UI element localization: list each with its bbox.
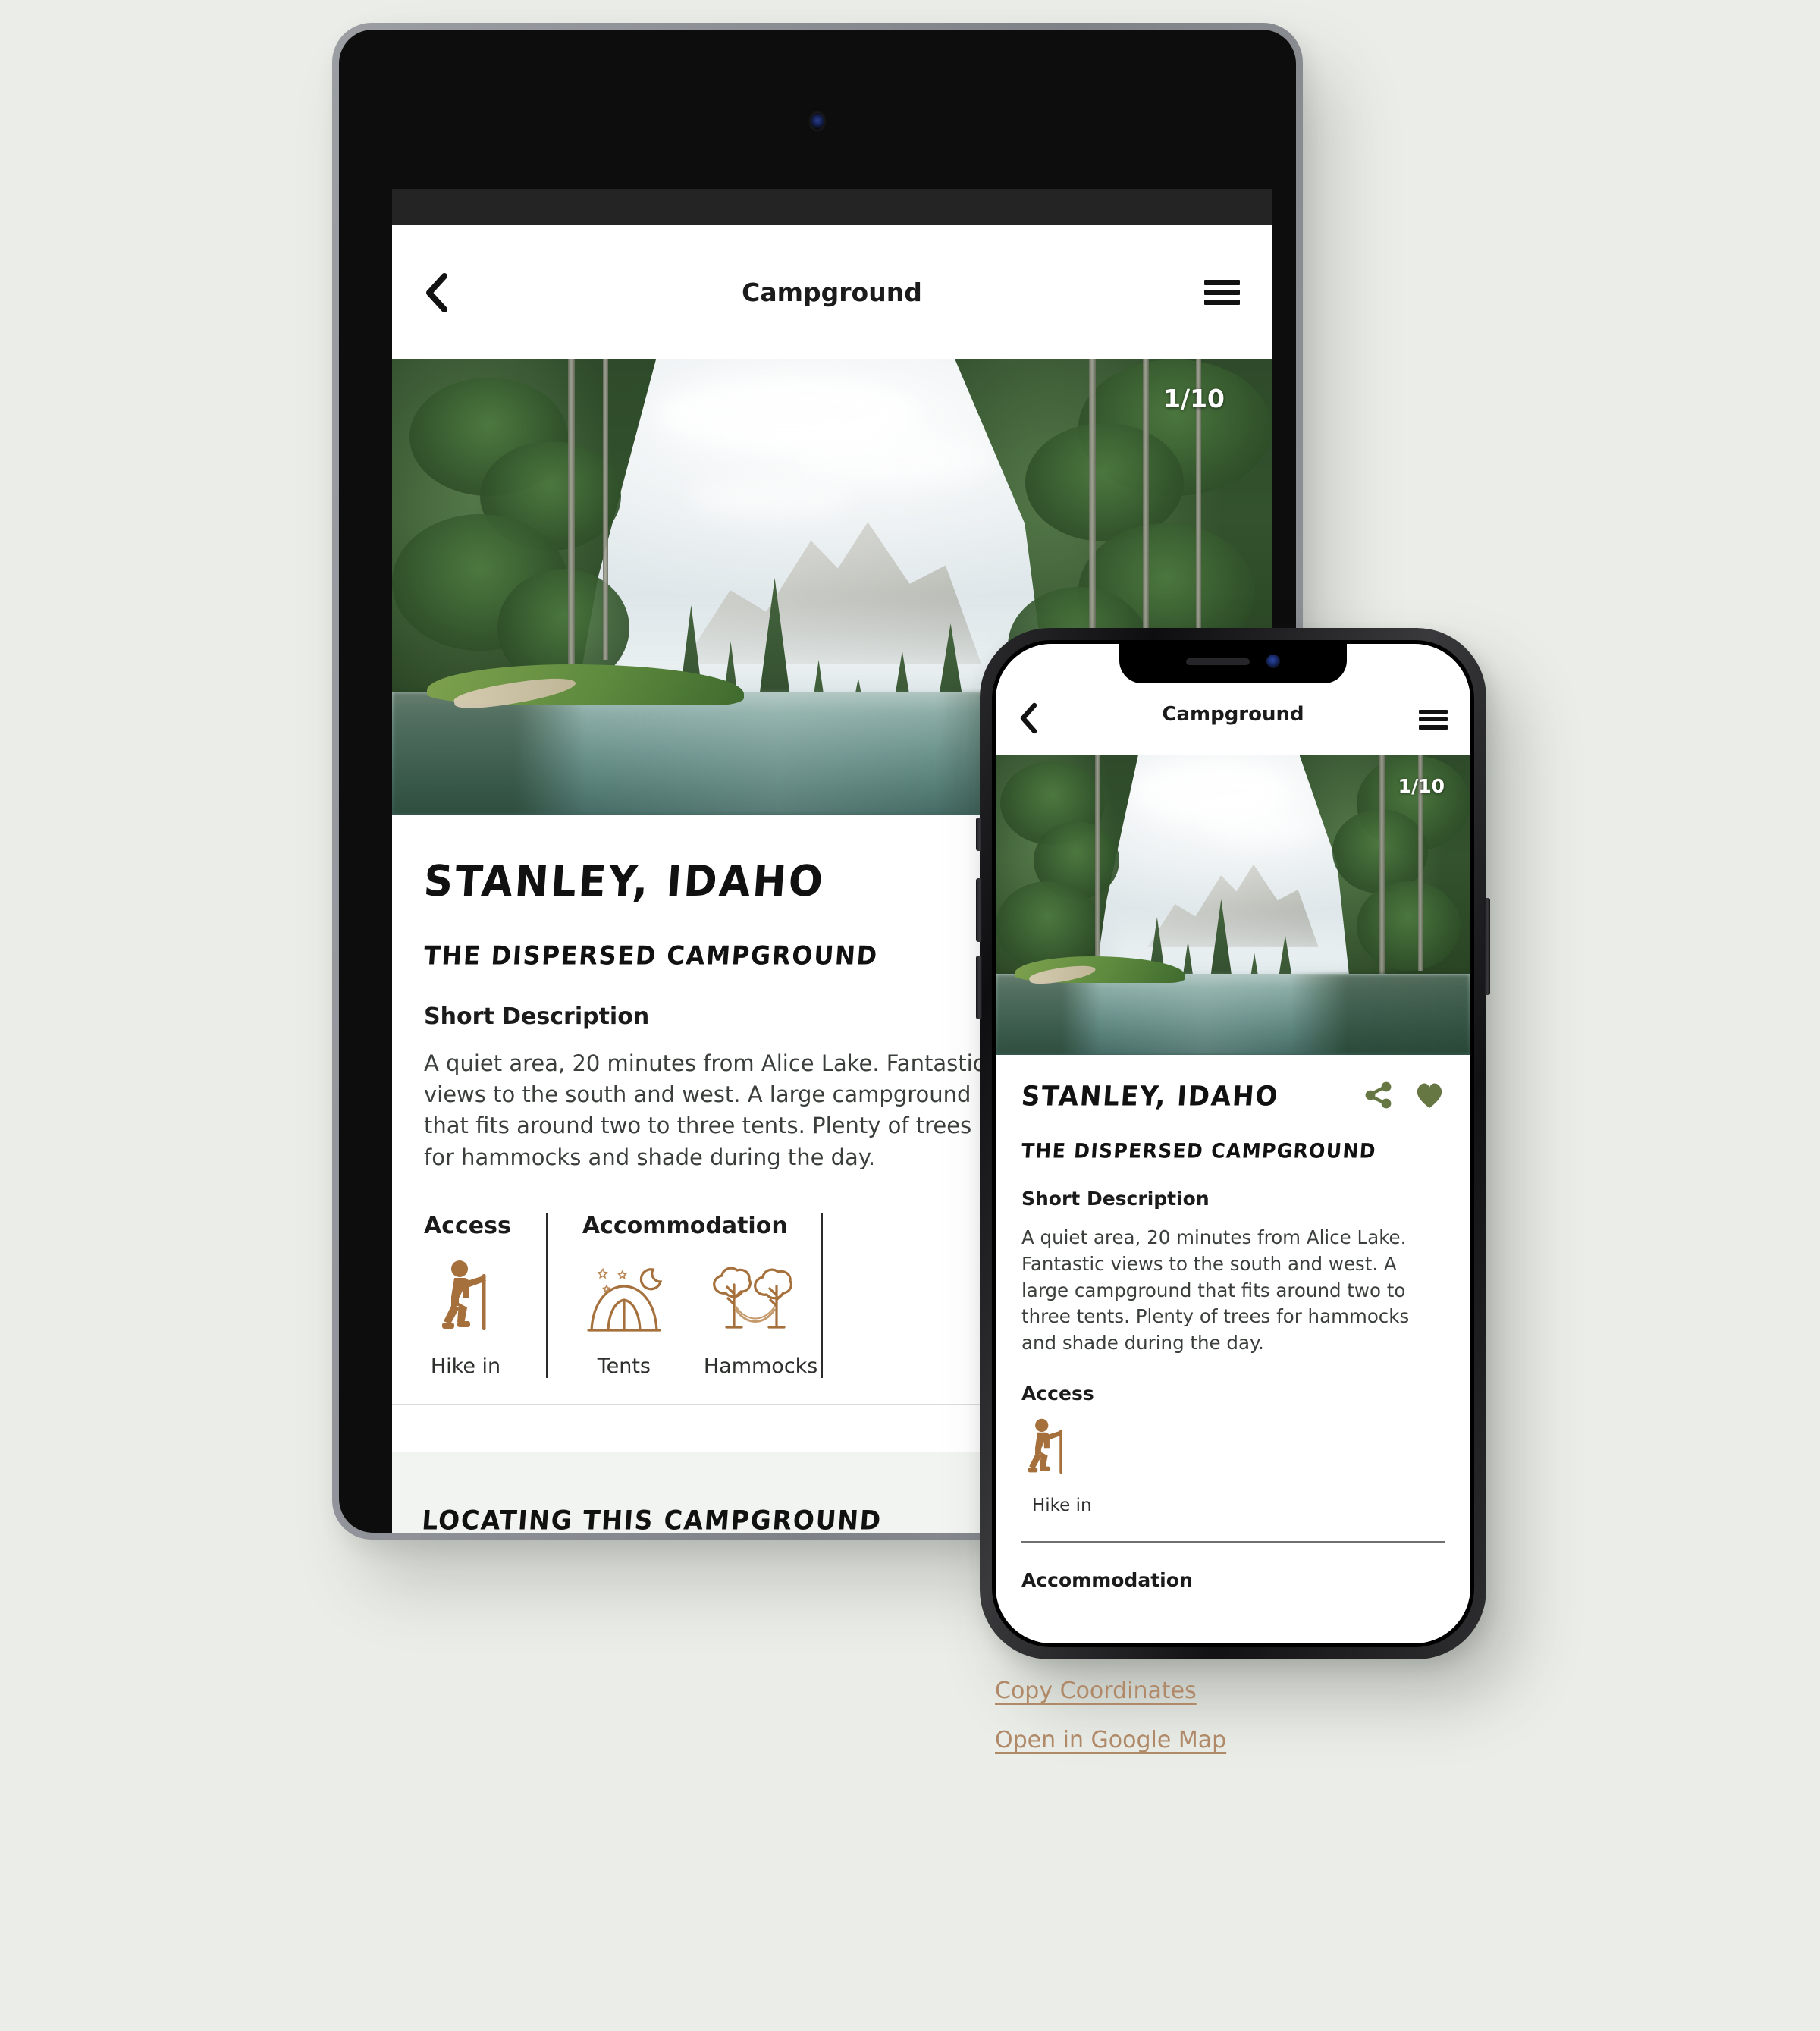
front-camera-icon [1266,655,1280,668]
phone-volume-up-button[interactable] [976,878,982,942]
hamburger-bar [1204,300,1240,305]
lake-reflection [996,974,1470,1055]
feature-caption: Hike in [1032,1495,1092,1515]
phone-gallery-photo[interactable]: 1/10 [996,755,1470,1055]
tree-trunk [1095,755,1101,978]
feature-item-hike-in[interactable]: Hike in [1021,1417,1445,1515]
feature-caption: Hike in [430,1354,501,1378]
mountain-haze [1114,911,1352,965]
hamburger-menu-icon[interactable] [1419,709,1448,730]
cloud [796,432,990,487]
hamburger-bar [1419,717,1448,722]
short-description-label: Short Description [1021,1188,1210,1210]
listing-title-row: STANLEY, IDAHO [1021,1081,1445,1113]
phone-screen: Campground 1/10 STANLEY, IDAHO THE DISPE… [996,644,1470,1643]
hiker-icon [1021,1418,1072,1483]
page-title: Campground [1162,703,1304,726]
phone-access-block: Access Hike in [1021,1383,1445,1515]
cloud [1204,809,1319,846]
short-description-text: A quiet area, 20 minutes from Alice Lake… [1021,1226,1410,1355]
hammock-icon [704,1267,798,1341]
accommodation-items: Tents Hammocks [582,1259,818,1378]
accommodation-column: Accommodation Tents Hammocks [545,1212,823,1378]
short-description-text: A quiet area, 20 minutes from Alice Lake… [424,1050,985,1170]
phone-bezel: Campground 1/10 STANLEY, IDAHO THE DISPE… [992,640,1474,1647]
tablet-front-camera-icon [811,113,824,130]
page-title: Campground [742,278,922,307]
copy-coordinates-link[interactable]: Copy Coordinates [995,1678,1226,1704]
accommodation-label: Accommodation [582,1212,788,1239]
feature-caption: Hammocks [703,1354,818,1378]
tree-trunk [1379,755,1385,984]
foliage [1356,881,1461,972]
phone-volume-down-button[interactable] [976,956,982,1019]
share-icon[interactable] [1364,1081,1393,1113]
feature-caption: Tents [597,1354,651,1378]
feature-item-hike-in[interactable]: Hike in [424,1259,507,1378]
open-in-google-map-link[interactable]: Open in Google Map [995,1727,1226,1753]
map-action-links: Copy Coordinates Open in Google Map [995,1678,1226,1776]
phone-power-button[interactable] [1484,898,1490,995]
hamburger-menu-icon[interactable] [1204,280,1240,305]
cloud [691,478,850,519]
hiker-icon [434,1260,497,1341]
back-chevron-icon[interactable] [424,272,449,312]
access-label: Access [424,1212,511,1239]
tree-trunk [603,359,609,660]
tablet-app-header: Campground [392,225,1272,359]
gallery-counter: 1/10 [1398,775,1445,797]
phone-mute-switch[interactable] [976,818,982,851]
phone-notch [1119,644,1347,683]
mountain-haze [612,596,1052,678]
earpiece-speaker-icon [1186,658,1250,665]
feature-item-hammocks[interactable]: Hammocks [703,1259,818,1378]
tablet-status-bar [392,189,1272,225]
tent-icon [582,1267,666,1341]
hamburger-bar [1204,290,1240,295]
accommodation-label: Accommodation [1021,1568,1193,1591]
listing-name: THE DISPERSED CAMPGROUND [1020,1139,1377,1163]
feature-item-tents[interactable]: Tents [582,1259,666,1378]
phone-device-mockup: Campground 1/10 STANLEY, IDAHO THE DISPE… [976,628,1490,1659]
tree-trunk [568,359,575,687]
hamburger-bar [1419,725,1448,730]
gallery-counter: 1/10 [1163,384,1225,413]
listing-actions [1364,1081,1445,1113]
heart-icon[interactable] [1414,1081,1445,1113]
access-items: Hike in [1021,1417,1445,1515]
phone-listing-card: STANLEY, IDAHO THE DISPERSED CAMPGROUND … [996,1081,1470,1591]
hamburger-bar [1204,280,1240,285]
access-column: Access Hike in [424,1213,546,1378]
back-chevron-icon[interactable] [1018,702,1038,737]
mockup-stage: Campground 1/10 STANLEY, IDAHO THE DISPE… [0,0,1820,2031]
listing-location: STANLEY, IDAHO [1020,1080,1280,1113]
hamburger-bar [1419,709,1448,714]
section-divider [1021,1540,1445,1543]
access-label: Access [1021,1382,1094,1405]
access-items: Hike in [424,1259,511,1378]
